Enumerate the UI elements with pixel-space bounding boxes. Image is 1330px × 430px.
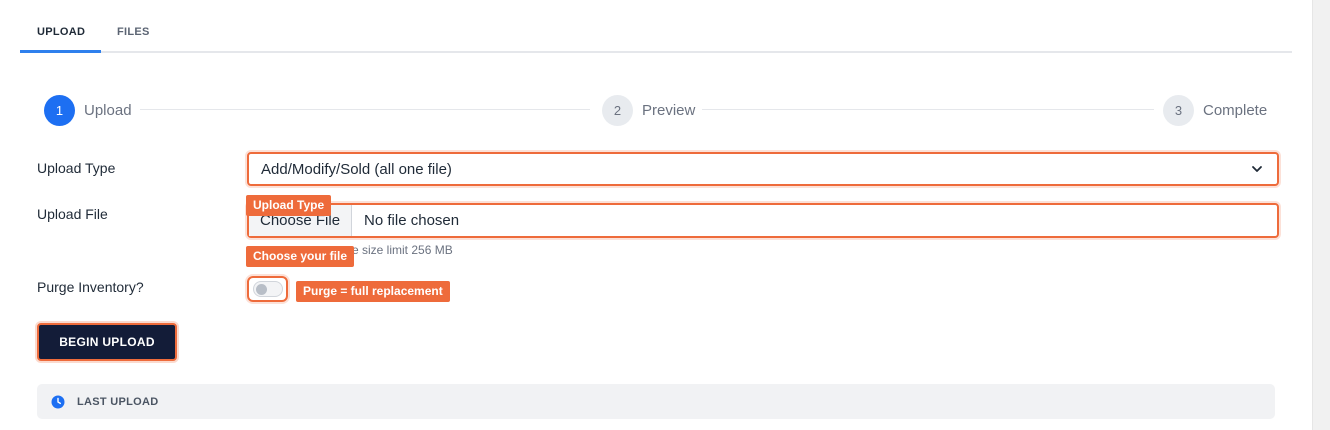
vertical-scrollbar[interactable] [1312, 0, 1330, 430]
upload-file-input[interactable]: Choose File No file chosen [247, 203, 1279, 238]
purge-inventory-toggle[interactable] [247, 276, 288, 302]
chevron-down-icon [1252, 166, 1262, 172]
purge-tag: Purge = full replacement [296, 281, 450, 302]
active-tab-indicator [20, 50, 101, 53]
stepper-connector-1 [140, 109, 590, 110]
tab-upload[interactable]: UPLOAD [37, 26, 85, 38]
step-preview: 2 Preview [602, 94, 695, 126]
file-size-hint: e size limit 256 MB [352, 243, 453, 257]
toggle-track [252, 281, 283, 297]
upload-page: UPLOAD FILES 1 Upload 2 Preview 3 Comple… [0, 0, 1310, 430]
tab-files[interactable]: FILES [117, 26, 150, 38]
file-status-text: No file chosen [364, 212, 460, 229]
step-complete: 3 Complete [1163, 94, 1267, 126]
upload-type-label: Upload Type [37, 160, 116, 176]
step-label: Upload [84, 101, 132, 119]
last-upload-panel[interactable]: LAST UPLOAD [37, 384, 1275, 419]
clock-icon [51, 395, 65, 408]
upload-file-label: Upload File [37, 206, 108, 222]
stepper-connector-2 [702, 109, 1154, 110]
purge-inventory-label: Purge Inventory? [37, 279, 144, 295]
step-number: 1 [44, 94, 75, 126]
choose-file-tag: Choose your file [246, 246, 355, 267]
begin-upload-button[interactable]: BEGIN UPLOAD [37, 323, 177, 361]
step-label: Complete [1203, 101, 1268, 119]
step-number: 2 [602, 94, 633, 126]
step-upload: 1 Upload [44, 94, 132, 126]
upload-type-select[interactable]: Add/Modify/Sold (all one file) [247, 152, 1279, 186]
step-label: Preview [642, 101, 696, 119]
upload-type-tag: Upload Type [246, 195, 332, 216]
step-number: 3 [1163, 94, 1194, 126]
toggle-knob [255, 284, 267, 295]
upload-type-value: Add/Modify/Sold (all one file) [261, 160, 452, 178]
last-upload-label: LAST UPLOAD [77, 395, 159, 408]
upload-stepper: 1 Upload 2 Preview 3 Complete [44, 94, 1276, 126]
tab-bar: UPLOAD FILES [20, 0, 1292, 53]
